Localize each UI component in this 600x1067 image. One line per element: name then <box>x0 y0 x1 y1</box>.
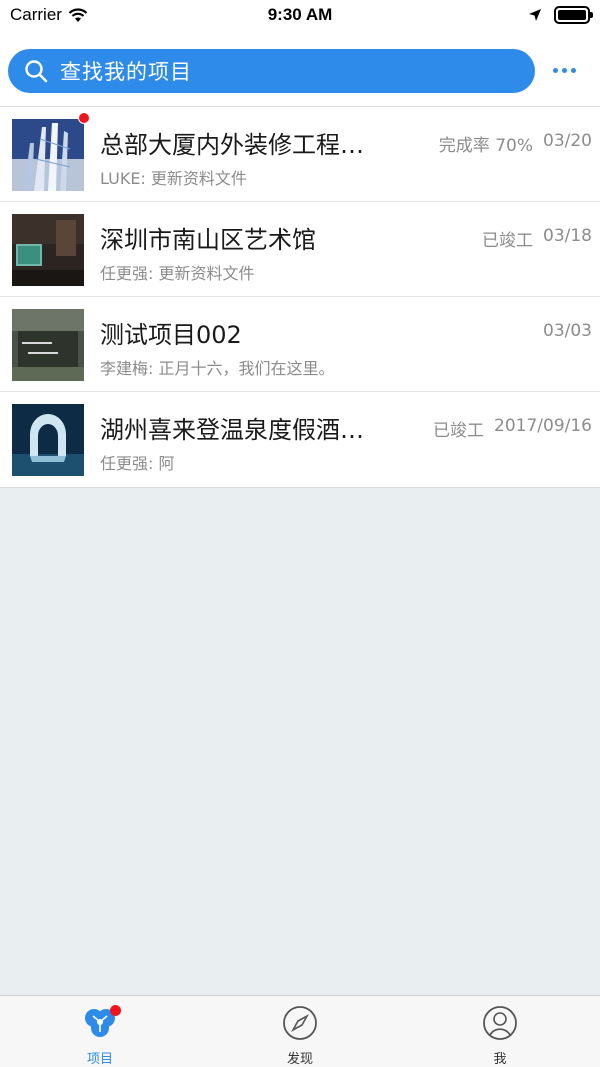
user-icon <box>483 1006 517 1040</box>
search-input[interactable]: 查找我的项目 <box>8 49 535 93</box>
status-right <box>528 6 593 24</box>
search-placeholder: 查找我的项目 <box>60 60 192 84</box>
project-status: 已竣工 <box>482 231 533 251</box>
project-thumbnail <box>12 214 84 286</box>
project-date: 03/03 <box>543 321 592 341</box>
project-title: 测试项目002 <box>100 321 242 349</box>
project-row[interactable]: 深圳市南山区艺术馆 已竣工 03/18 任更强: 更新资料文件 <box>0 202 600 297</box>
project-latest-update: LUKE: 更新资料文件 <box>100 169 247 188</box>
location-arrow-icon <box>529 9 541 21</box>
status-bar: Carrier 9:30 AM <box>0 0 600 32</box>
project-thumbnail <box>12 309 84 381</box>
tab-projects[interactable]: 项目 <box>0 996 200 1067</box>
compass-icon <box>283 1006 317 1040</box>
project-meta: 完成率 70% 03/20 <box>439 131 592 156</box>
unread-badge <box>78 112 90 124</box>
project-date: 03/20 <box>543 131 592 151</box>
project-status: 已竣工 <box>433 421 485 441</box>
tab-me[interactable]: 我 <box>400 996 600 1067</box>
project-title: 深圳市南山区艺术馆 <box>100 226 316 254</box>
tab-label: 发现 <box>286 1052 313 1067</box>
tab-label: 我 <box>493 1052 507 1067</box>
tab-badge <box>110 1005 121 1016</box>
project-title: 湖州喜来登温泉度假酒… <box>100 416 364 444</box>
tab-discover[interactable]: 发现 <box>200 996 400 1067</box>
project-meta: 03/03 <box>543 321 592 341</box>
project-list: 总部大厦内外装修工程… 完成率 70% 03/20 LUKE: 更新资料文件 深… <box>0 107 600 488</box>
project-row[interactable]: 总部大厦内外装修工程… 完成率 70% 03/20 LUKE: 更新资料文件 <box>0 107 600 202</box>
project-meta: 已竣工 2017/09/16 <box>433 416 592 441</box>
project-status: 完成率 70% <box>438 136 533 156</box>
project-date: 2017/09/16 <box>494 416 592 436</box>
tab-label: 项目 <box>86 1052 113 1067</box>
project-row[interactable]: 测试项目002 03/03 李建梅: 正月十六，我们在这里。 <box>0 297 600 392</box>
top-bar: 查找我的项目 <box>0 32 600 107</box>
more-dots-icon <box>552 67 558 73</box>
project-thumbnail <box>12 404 84 476</box>
project-latest-update: 任更强: 更新资料文件 <box>100 264 255 283</box>
search-icon <box>25 60 48 83</box>
status-time: 9:30 AM <box>267 5 333 24</box>
more-button[interactable] <box>546 58 582 82</box>
project-title: 总部大厦内外装修工程… <box>100 131 364 159</box>
project-latest-update: 任更强: 阿 <box>100 454 175 473</box>
project-thumbnail <box>12 119 84 191</box>
project-date: 03/18 <box>543 226 592 246</box>
project-meta: 已竣工 03/18 <box>482 226 592 251</box>
tab-bar: 项目 发现 我 <box>0 995 600 1067</box>
battery-icon <box>554 6 593 24</box>
project-latest-update: 李建梅: 正月十六，我们在这里。 <box>100 359 335 378</box>
project-row[interactable]: 湖州喜来登温泉度假酒… 已竣工 2017/09/16 任更强: 阿 <box>0 392 600 487</box>
